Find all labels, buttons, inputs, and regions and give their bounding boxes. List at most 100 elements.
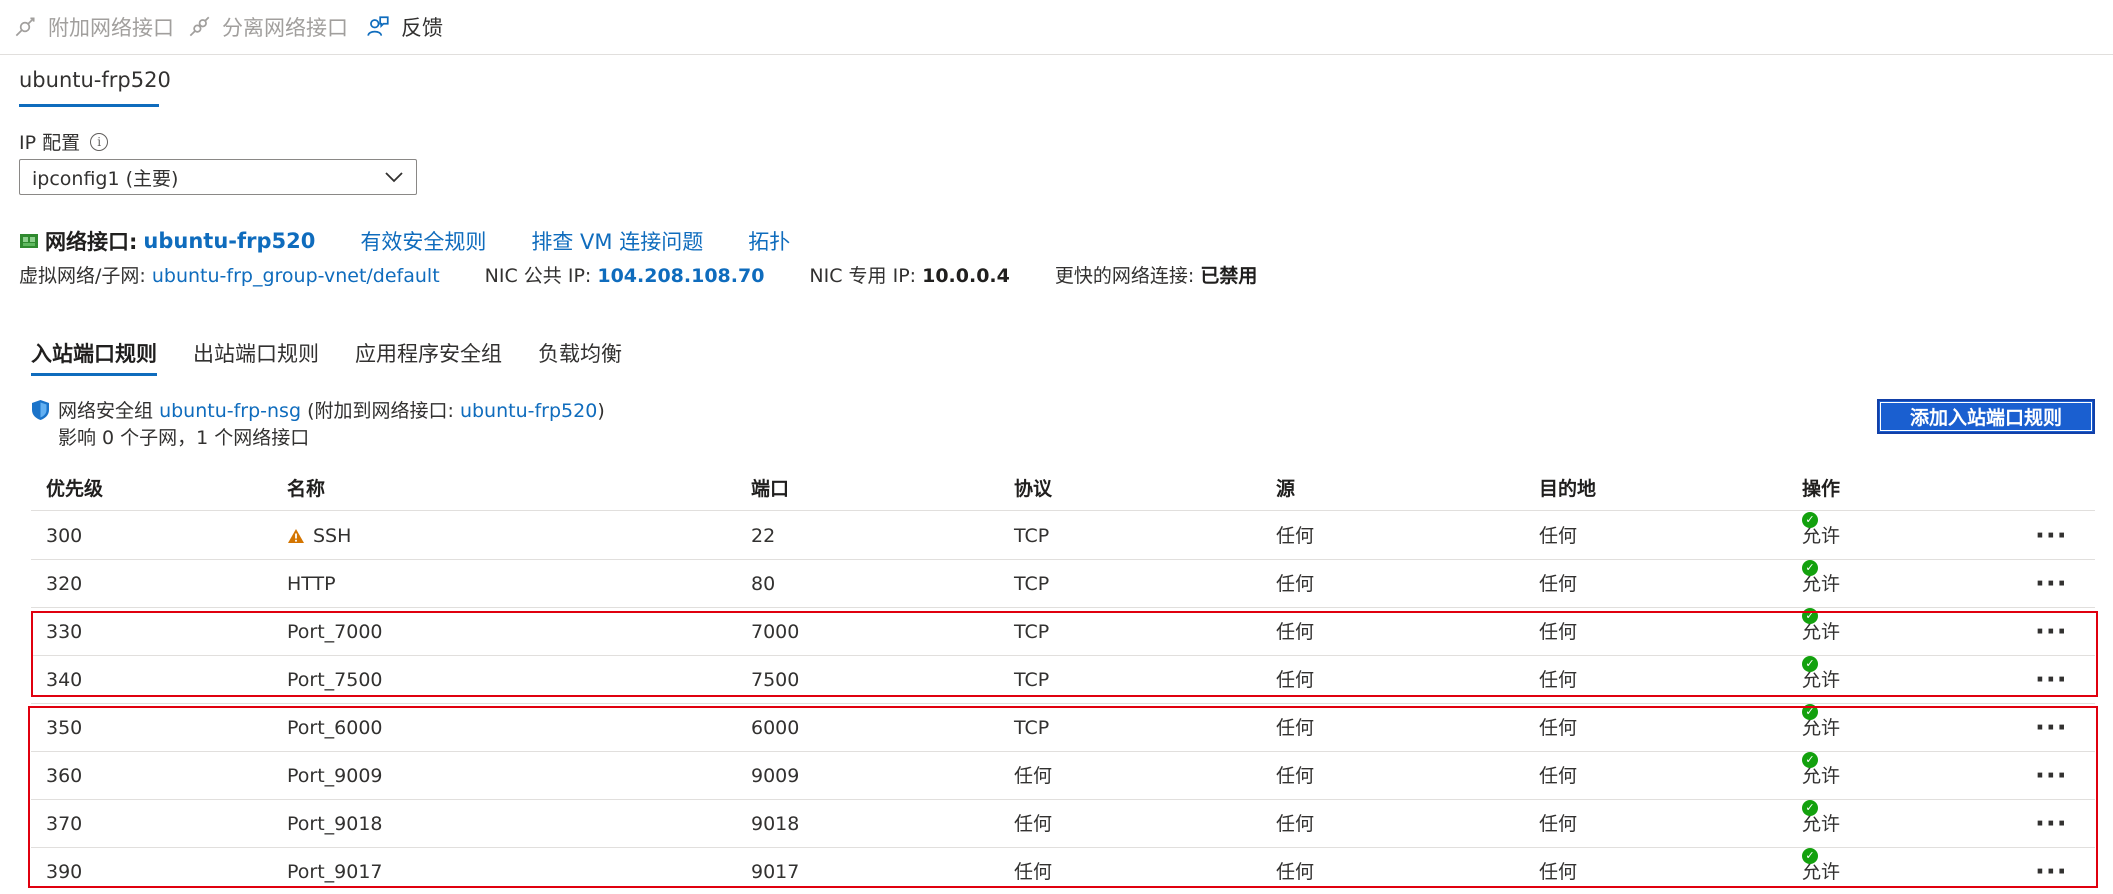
table-row[interactable]: 340 Port_7500 7500 TCP 任何 任何 ✓ 允许 ··· — [31, 656, 2095, 704]
cell-protocol: TCP — [1014, 573, 1050, 595]
feedback-button[interactable]: 反馈 — [365, 12, 443, 42]
ip-config-selected: ipconfig1 (主要) — [32, 167, 179, 190]
cell-name[interactable]: Port_9017 — [287, 848, 383, 894]
ip-config-dropdown[interactable]: ipconfig1 (主要) — [19, 159, 417, 195]
private-ip-value: 10.0.0.4 — [922, 265, 1010, 287]
private-ip-label: NIC 专用 IP: — [809, 265, 917, 287]
check-icon: ✓ — [1802, 656, 1818, 672]
cell-destination: 任何 — [1539, 525, 1578, 547]
header-name[interactable]: 名称 — [287, 468, 325, 511]
table-row[interactable]: 300 SSH 22 TCP 任何 任何 ✓ 允许 ··· — [31, 512, 2095, 560]
table-row[interactable]: 360 Port_9009 9009 任何 任何 任何 ✓ 允许 ··· — [31, 752, 2095, 800]
effective-security-rules-link[interactable]: 有效安全规则 — [360, 226, 486, 256]
more-icon[interactable]: ··· — [2035, 848, 2068, 894]
tab-load-balancing[interactable]: 负载均衡 — [538, 338, 622, 368]
detach-nic-button[interactable]: 分离网络接口 — [186, 12, 348, 42]
nic-label: 网络接口: — [45, 230, 138, 254]
table-row[interactable]: 350 Port_6000 6000 TCP 任何 任何 ✓ 允许 ··· — [31, 704, 2095, 752]
nsg-attach-suffix: ) — [597, 400, 605, 422]
cell-protocol: TCP — [1014, 621, 1050, 643]
nsg-summary: 网络安全组 ubuntu-frp-nsg (附加到网络接口: ubuntu-fr… — [31, 396, 605, 423]
attach-nic-button[interactable]: 附加网络接口 — [12, 12, 174, 42]
cell-port: 9009 — [751, 765, 800, 787]
check-icon: ✓ — [1802, 560, 1818, 576]
feedback-label: 反馈 — [401, 16, 443, 40]
topology-link[interactable]: 拓扑 — [748, 226, 790, 256]
add-inbound-rule-button[interactable]: 添加入站端口规则 — [1877, 399, 2095, 434]
public-ip-value[interactable]: 104.208.108.70 — [597, 265, 764, 287]
cell-name[interactable]: Port_7000 — [287, 608, 383, 656]
more-icon[interactable]: ··· — [2035, 608, 2068, 656]
cell-priority: 370 — [46, 813, 83, 835]
more-icon[interactable]: ··· — [2035, 560, 2068, 608]
cell-port: 9018 — [751, 813, 800, 835]
feedback-icon — [367, 16, 389, 36]
vnet-link[interactable]: ubuntu-frp_group-vnet/default — [152, 265, 440, 287]
more-icon[interactable]: ··· — [2035, 752, 2068, 800]
cell-destination: 任何 — [1539, 717, 1578, 739]
cell-destination: 任何 — [1539, 669, 1578, 691]
header-source[interactable]: 源 — [1276, 468, 1295, 511]
public-ip-label: NIC 公共 IP: — [484, 265, 592, 287]
cell-priority: 300 — [46, 525, 83, 547]
header-port[interactable]: 端口 — [751, 468, 789, 511]
nsg-attach-nic-link[interactable]: ubuntu-frp520 — [460, 400, 597, 422]
check-icon: ✓ — [1802, 608, 1818, 624]
cell-source: 任何 — [1276, 621, 1315, 643]
cell-action: ✓ 允许 — [1802, 848, 1840, 894]
cell-source: 任何 — [1276, 813, 1315, 835]
detach-nic-label: 分离网络接口 — [222, 16, 348, 40]
table-row[interactable]: 330 Port_7000 7000 TCP 任何 任何 ✓ 允许 ··· — [31, 608, 2095, 656]
rule-tabs: 入站端口规则 出站端口规则 应用程序安全组 负载均衡 — [31, 338, 622, 368]
check-icon: ✓ — [1802, 848, 1818, 864]
tab-app-security-groups[interactable]: 应用程序安全组 — [355, 338, 502, 368]
cell-port: 6000 — [751, 717, 800, 739]
cell-destination: 任何 — [1539, 573, 1578, 595]
cell-name[interactable]: Port_9009 — [287, 752, 383, 800]
table-row[interactable]: 390 Port_9017 9017 任何 任何 任何 ✓ 允许 ··· — [31, 848, 2095, 894]
cell-source: 任何 — [1276, 525, 1315, 547]
nsg-attach-prefix: (附加到网络接口: — [307, 400, 454, 422]
more-icon[interactable]: ··· — [2035, 512, 2068, 560]
troubleshoot-vm-link[interactable]: 排查 VM 连接问题 — [531, 226, 703, 256]
cell-priority: 350 — [46, 717, 83, 739]
header-destination[interactable]: 目的地 — [1539, 468, 1596, 511]
cell-priority: 360 — [46, 765, 83, 787]
cell-name[interactable]: SSH — [287, 512, 351, 560]
nsg-link[interactable]: ubuntu-frp-nsg — [159, 400, 301, 422]
info-icon[interactable]: i — [90, 132, 109, 151]
cell-port: 9017 — [751, 861, 800, 883]
cell-port: 22 — [751, 525, 776, 547]
cell-name[interactable]: Port_9018 — [287, 800, 383, 848]
check-icon: ✓ — [1802, 704, 1818, 720]
tab-outbound-rules[interactable]: 出站端口规则 — [193, 338, 319, 368]
check-icon: ✓ — [1802, 752, 1818, 768]
command-bar: 附加网络接口 分离网络接口 反馈 — [0, 0, 2113, 55]
table-row[interactable]: 320 HTTP 80 TCP 任何 任何 ✓ 允许 ··· — [31, 560, 2095, 608]
ip-config-label-row: IP 配置 i — [19, 128, 109, 155]
cell-name[interactable]: Port_7500 — [287, 656, 383, 704]
cell-port: 7500 — [751, 669, 800, 691]
tab-inbound-rules[interactable]: 入站端口规则 — [31, 338, 157, 368]
cell-protocol: TCP — [1014, 669, 1050, 691]
cell-name[interactable]: Port_6000 — [287, 704, 383, 752]
cell-name[interactable]: HTTP — [287, 560, 336, 608]
more-icon[interactable]: ··· — [2035, 704, 2068, 752]
more-icon[interactable]: ··· — [2035, 656, 2068, 704]
accel-net-label: 更快的网络连接: — [1054, 265, 1195, 287]
table-row[interactable]: 370 Port_9018 9018 任何 任何 任何 ✓ 允许 ··· — [31, 800, 2095, 848]
cell-protocol: 任何 — [1014, 765, 1053, 787]
more-icon[interactable]: ··· — [2035, 800, 2068, 848]
nic-summary: 网络接口: ubuntu-frp520 有效安全规则 排查 VM 连接问题 拓扑 — [19, 226, 790, 256]
cell-priority: 330 — [46, 621, 83, 643]
nic-icon — [20, 234, 38, 248]
tab-underline — [31, 373, 157, 376]
shield-icon — [32, 399, 49, 420]
cell-protocol: TCP — [1014, 717, 1050, 739]
check-icon: ✓ — [1802, 512, 1818, 528]
cell-port: 7000 — [751, 621, 800, 643]
nsg-prefix: 网络安全组 — [58, 400, 154, 422]
nic-tab[interactable]: ubuntu-frp520 — [19, 68, 171, 92]
header-priority[interactable]: 优先级 — [46, 468, 103, 511]
header-protocol[interactable]: 协议 — [1014, 468, 1052, 511]
